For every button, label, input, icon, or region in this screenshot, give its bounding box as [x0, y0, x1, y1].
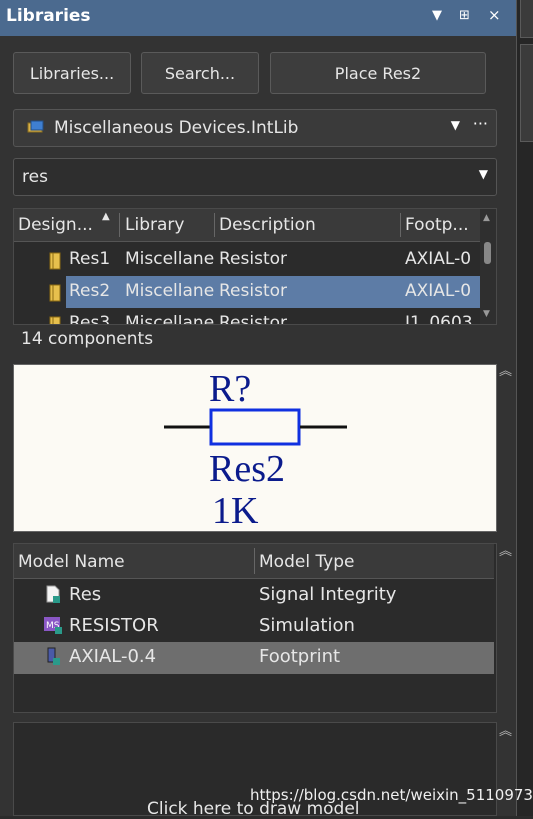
close-icon[interactable]: ×: [488, 6, 501, 24]
library-select[interactable]: Miscellaneous Devices.IntLib ▼ ···: [13, 109, 497, 147]
models-header: Model Name Model Type: [14, 544, 494, 579]
signal-integrity-icon: [46, 585, 60, 603]
cell-footprint: J1_0603: [405, 313, 473, 325]
table-row[interactable]: Res3 Miscellane Resistor J1_0603: [14, 308, 482, 325]
scroll-down-icon[interactable]: ▼: [483, 309, 490, 319]
cell-design: Res3: [69, 313, 111, 325]
search-button[interactable]: Search...: [141, 52, 259, 94]
cell-design: Res1: [69, 249, 111, 269]
cell-library: Miscellane: [125, 249, 215, 269]
scrollbar-thumb[interactable]: [484, 242, 491, 264]
model-type: Signal Integrity: [259, 584, 397, 605]
cell-description: Resistor: [219, 281, 287, 301]
table-row-selected[interactable]: Res2 Miscellane Resistor AXIAL-0: [66, 276, 496, 308]
footprint-icon: [47, 647, 60, 665]
model-row[interactable]: MS RESISTOR Simulation: [14, 611, 494, 643]
components-table: Design... ▲ Library Description Footp...…: [13, 208, 497, 325]
cell-footprint: AXIAL-0: [405, 281, 472, 301]
dock-tab[interactable]: [520, 44, 533, 142]
cell-description: Resistor: [219, 313, 287, 325]
column-header-design[interactable]: Design...: [18, 215, 93, 235]
column-header-model-name[interactable]: Model Name: [18, 552, 125, 572]
model-row-selected[interactable]: AXIAL-0.4 Footprint: [14, 642, 494, 674]
panel-title: Libraries: [6, 6, 91, 26]
preview-component-name: Res2: [209, 448, 285, 490]
resistor-symbol: [164, 408, 347, 446]
chevron-down-icon[interactable]: ▼: [479, 167, 488, 181]
cell-footprint: AXIAL-0: [405, 249, 472, 269]
table-row[interactable]: Res1 Miscellane Resistor AXIAL-0: [14, 244, 482, 276]
model-type: Simulation: [259, 615, 355, 636]
libraries-button[interactable]: Libraries...: [13, 52, 131, 94]
simulation-icon: MS: [44, 617, 62, 634]
dock-tab[interactable]: [520, 0, 533, 38]
column-header-description[interactable]: Description: [219, 215, 316, 235]
component-icon: [49, 284, 61, 302]
model-type: Footprint: [259, 646, 341, 667]
column-header-library[interactable]: Library: [125, 215, 184, 235]
place-button[interactable]: Place Res2: [270, 52, 486, 94]
component-icon: [49, 316, 61, 324]
cell-library: Miscellane: [125, 313, 215, 325]
cell-library: Miscellane: [125, 281, 215, 301]
component-count: 14 components: [21, 329, 154, 349]
model-name: Res: [69, 584, 102, 605]
preview-value: 1K: [212, 490, 259, 532]
model-row[interactable]: Res Signal Integrity: [14, 580, 494, 612]
library-icon: [27, 120, 44, 133]
collapse-icon[interactable]: ︽: [499, 360, 512, 379]
components-scrollbar[interactable]: ▲ ▼: [480, 209, 496, 324]
components-header: Design... ▲ Library Description Footp...: [14, 209, 482, 242]
symbol-preview: R? Res2 1K: [13, 364, 497, 532]
model-name: AXIAL-0.4: [69, 646, 157, 667]
pin-icon[interactable]: ⊞: [459, 8, 470, 23]
sort-ascending-icon[interactable]: ▲: [102, 211, 110, 222]
panel-title-bar: Libraries ▼ ⊞ ×: [0, 0, 516, 37]
component-filter[interactable]: res ▼: [13, 158, 497, 196]
column-header-model-type[interactable]: Model Type: [259, 552, 355, 572]
collapse-icon[interactable]: ︽: [499, 540, 512, 559]
cell-design: Res2: [69, 281, 111, 301]
scroll-up-icon[interactable]: ▲: [483, 213, 490, 223]
panel-menu-icon[interactable]: ▼: [432, 8, 442, 23]
model-name: RESISTOR: [69, 615, 159, 636]
chevron-down-icon[interactable]: ▼: [451, 118, 460, 132]
library-select-value: Miscellaneous Devices.IntLib: [54, 118, 299, 138]
right-dock-strip: [516, 0, 533, 816]
more-options-icon[interactable]: ···: [473, 114, 488, 133]
preview-designator: R?: [209, 368, 252, 410]
models-table: Model Name Model Type Res Signal Integri…: [13, 543, 497, 713]
collapse-icon[interactable]: ︽: [499, 720, 512, 739]
component-icon: [49, 252, 61, 270]
watermark: https://blog.csdn.net/weixin_51109735: [250, 786, 533, 804]
column-header-footprint[interactable]: Footp...: [405, 215, 469, 235]
cell-description: Resistor: [219, 249, 287, 269]
filter-input[interactable]: res: [22, 167, 48, 187]
